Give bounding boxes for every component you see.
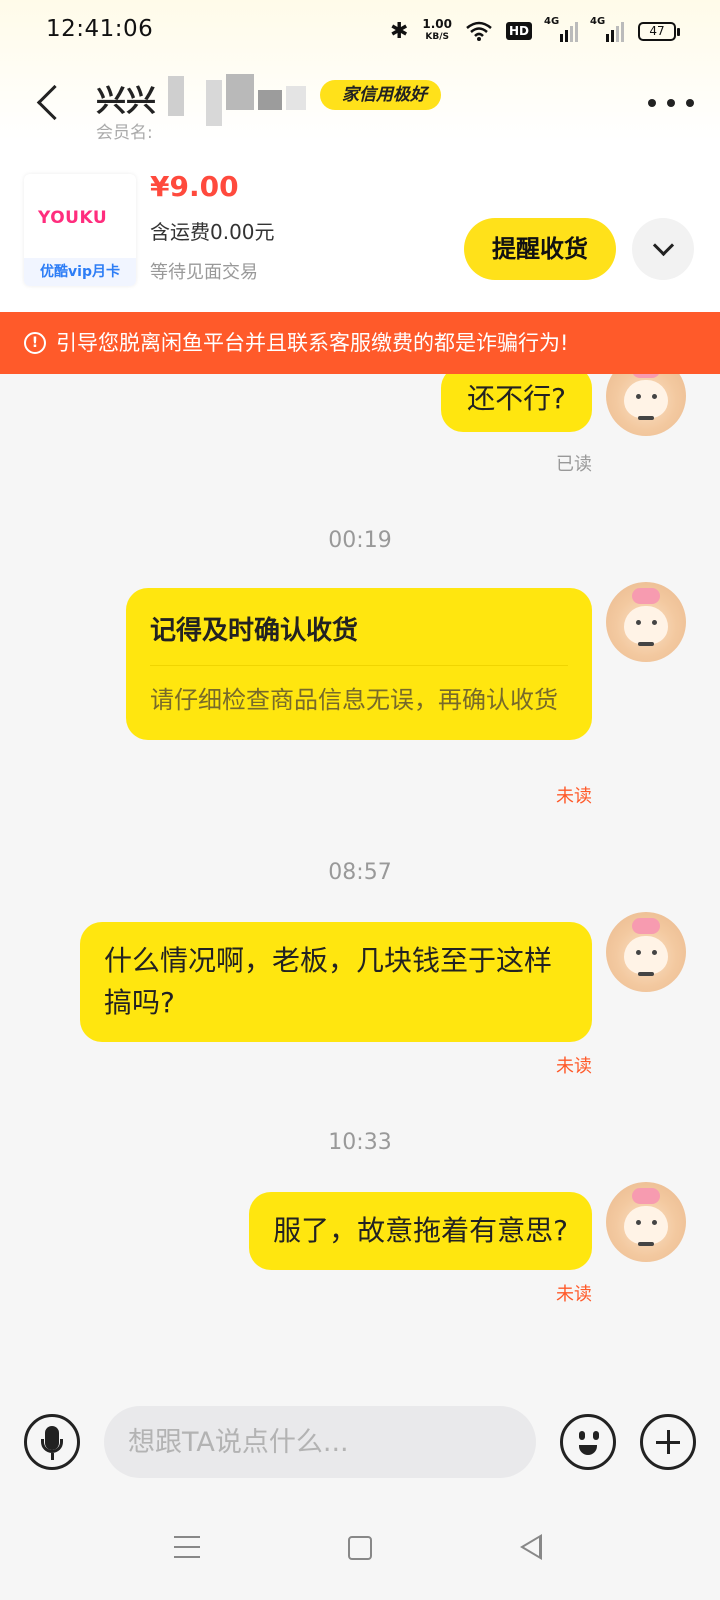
battery-icon: 47 — [638, 21, 680, 41]
avatar[interactable] — [606, 1182, 686, 1262]
hd-icon: HD — [505, 22, 532, 40]
network-speed: 1.00 KB/S — [422, 17, 452, 43]
read-status: 已读 — [556, 454, 592, 475]
timestamp: 00:19 — [328, 528, 392, 553]
plus-button[interactable] — [640, 1414, 696, 1470]
input-bar — [0, 1380, 720, 1506]
status-bar: 12:41:06 ✱ 1.00 KB/S HD 4G 4G 47 — [0, 0, 720, 64]
message-bubble[interactable]: 服了，故意拖着有意思? — [249, 1192, 592, 1270]
more-icon — [648, 99, 656, 107]
message-text: 还不行? — [467, 382, 566, 415]
chat-messages[interactable]: 还不行? 已读 00:19 记得及时确认收货 请仔细检查商品信息无误，再确认收货… — [0, 374, 720, 1374]
read-status: 未读 — [556, 786, 592, 807]
message-bubble[interactable]: 还不行? — [441, 374, 592, 432]
product-price: ¥9.00 — [150, 170, 239, 203]
warning-text: 引导您脱离闲鱼平台并且联系客服缴费的都是诈骗行为! — [56, 331, 569, 355]
blurred-name — [258, 90, 282, 110]
shipping-info: 含运费0.00元 — [150, 220, 275, 244]
system-nav-bar — [0, 1506, 720, 1600]
message-text: 服了，故意拖着有意思? — [273, 1214, 568, 1247]
fraud-warning-banner: ! 引导您脱离闲鱼平台并且联系客服缴费的都是诈骗行为! — [0, 312, 720, 374]
warning-icon: ! — [24, 332, 46, 354]
read-status: 未读 — [556, 1284, 592, 1305]
wifi-icon — [466, 21, 492, 41]
nav-back-icon[interactable] — [520, 1534, 542, 1560]
timestamp: 08:57 — [328, 860, 392, 885]
confirm-receipt-card[interactable]: 记得及时确认收货 请仔细检查商品信息无误，再确认收货 — [126, 588, 592, 740]
card-body: 请仔细检查商品信息无误，再确认收货 — [150, 686, 558, 714]
blurred-name — [206, 80, 222, 126]
voice-button[interactable] — [24, 1414, 80, 1470]
card-title: 记得及时确认收货 — [150, 588, 568, 666]
emoji-button[interactable] — [560, 1414, 616, 1470]
credit-badge: 家信用极好 — [320, 80, 441, 110]
status-icons: ✱ 1.00 KB/S HD 4G 4G 47 — [389, 16, 680, 46]
network-speed-value: 1.00 — [422, 17, 452, 31]
signal1-label: 4G — [544, 16, 560, 27]
network-speed-unit: KB/S — [425, 32, 449, 42]
youku-logo: YOUKU — [38, 208, 108, 228]
member-label: 会员名: — [96, 123, 153, 143]
back-button[interactable] — [30, 84, 70, 124]
blurred-name — [226, 74, 254, 110]
message-bubble[interactable]: 什么情况啊，老板，几块钱至于这样搞吗? — [80, 922, 592, 1042]
read-status: 未读 — [556, 1056, 592, 1077]
nav-menu-icon[interactable] — [174, 1536, 200, 1560]
trade-status: 等待见面交易 — [150, 262, 258, 283]
status-time: 12:41:06 — [46, 16, 154, 42]
more-icon — [667, 99, 675, 107]
seller-name[interactable]: 兴兴 — [96, 76, 156, 120]
message-input[interactable] — [104, 1406, 536, 1478]
message-text: 什么情况啊，老板，几块钱至于这样搞吗? — [104, 944, 553, 1019]
nav-home-icon[interactable] — [348, 1536, 372, 1560]
thumbnail-caption: 优酷vip月卡 — [24, 258, 136, 286]
product-card[interactable]: YOUKU 优酷vip月卡 ¥9.00 含运费0.00元 等待见面交易 提醒收货 — [0, 166, 720, 306]
blurred-name — [286, 86, 306, 110]
signal-icon-1: 4G — [544, 16, 578, 42]
avatar[interactable] — [606, 912, 686, 992]
timestamp: 10:33 — [328, 1130, 392, 1155]
chat-header: 兴兴 家信用极好 会员名: — [0, 66, 720, 156]
expand-button[interactable] — [632, 218, 694, 280]
signal-icon-2: 4G — [590, 16, 624, 42]
bluetooth-icon: ✱ — [389, 18, 409, 44]
more-icon — [686, 99, 694, 107]
avatar[interactable] — [606, 582, 686, 662]
more-button[interactable] — [648, 88, 694, 118]
product-thumbnail[interactable]: YOUKU 优酷vip月卡 — [24, 174, 136, 286]
remind-receipt-button[interactable]: 提醒收货 — [464, 218, 616, 280]
avatar[interactable] — [606, 374, 686, 436]
blurred-name — [168, 76, 184, 116]
signal2-label: 4G — [590, 16, 606, 27]
